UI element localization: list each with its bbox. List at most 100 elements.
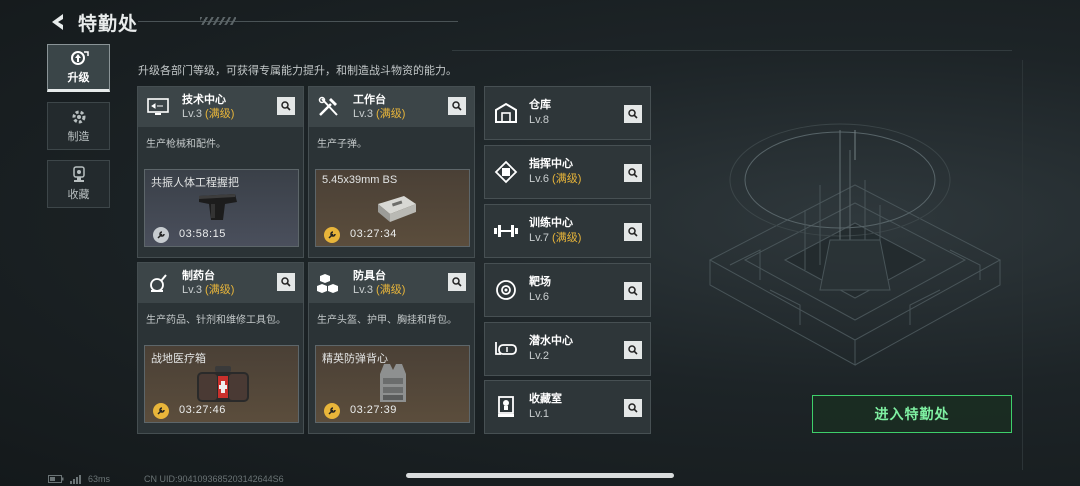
wrench-icon — [324, 227, 340, 243]
facility-row-shooting-range[interactable]: 靶场 Lv.6 — [484, 263, 651, 317]
facility-level: Lv.1 — [529, 408, 549, 420]
back-arrow-icon — [52, 14, 63, 30]
product-name: 5.45x39mm BS — [322, 174, 398, 186]
search-button[interactable] — [624, 164, 642, 182]
nav-tab-collection[interactable]: 收藏 — [47, 160, 110, 208]
facility-level: Lv.3 — [353, 283, 373, 296]
facility-name: 潜水中心 — [529, 335, 573, 347]
max-level-tag: (满级) — [205, 283, 235, 296]
chip-icon — [491, 157, 521, 187]
search-button[interactable] — [624, 282, 642, 300]
card-header: 制药台 Lv.3 (满级) — [138, 263, 303, 303]
facility-row-training-center[interactable]: 训练中心 Lv.7 (满级) — [484, 204, 651, 258]
wrench-icon — [153, 403, 169, 419]
wrench-icon — [153, 227, 169, 243]
card-armor-bench[interactable]: 防具台 Lv.3 (满级) 生产头盔、护甲、胸挂和背包。 精英防弹背心 03:2… — [308, 262, 475, 434]
page-description: 升级各部门等级，可获得专属能力提升，和制造战斗物资的能力。 — [138, 65, 457, 77]
facility-name: 仓库 — [529, 99, 551, 111]
production-slot[interactable]: 精英防弹背心 03:27:39 — [315, 345, 470, 423]
content-divider — [452, 50, 1012, 51]
ping-value: 63ms — [88, 474, 111, 484]
search-button[interactable] — [277, 97, 295, 115]
facility-description: 生产枪械和配件。 — [146, 139, 226, 150]
home-indicator[interactable] — [406, 473, 674, 478]
facility-row-diving-center[interactable]: 潜水中心 Lv.2 — [484, 322, 651, 376]
card-header: 防具台 Lv.3 (满级) — [309, 263, 474, 303]
search-icon — [628, 345, 638, 355]
header-decoration — [200, 17, 236, 25]
search-icon — [281, 277, 291, 287]
facility-name: 训练中心 — [529, 217, 573, 229]
facility-row-command-center[interactable]: 指挥中心 Lv.6 (满级) — [484, 145, 651, 199]
facility-row-warehouse[interactable]: 仓库 Lv.8 — [484, 86, 651, 140]
search-button[interactable] — [448, 97, 466, 115]
nav-tab-upgrade[interactable]: 升级 — [47, 44, 110, 92]
production-slot[interactable]: 战地医疗箱 03:27:46 — [144, 345, 299, 423]
facility-level: Lv.8 — [529, 114, 549, 126]
search-button[interactable] — [624, 223, 642, 241]
facility-level: Lv.3 — [182, 107, 202, 120]
flask-icon — [144, 269, 172, 297]
monitor-icon — [144, 93, 172, 121]
search-button[interactable] — [624, 399, 642, 417]
dumbbell-icon — [491, 216, 521, 246]
max-level-tag: (满级) — [376, 283, 406, 296]
search-icon — [628, 168, 638, 178]
search-icon — [628, 109, 638, 119]
search-button[interactable] — [624, 341, 642, 359]
search-button[interactable] — [448, 273, 466, 291]
enter-special-ops-button[interactable]: 进入特勤处 — [812, 395, 1012, 433]
search-icon — [452, 277, 462, 287]
card-header: 技术中心 Lv.3 (满级) — [138, 87, 303, 127]
nav-tab-manufacture[interactable]: 制造 — [47, 102, 110, 150]
base-hologram-image — [690, 90, 1020, 395]
warehouse-icon — [491, 98, 521, 128]
search-button[interactable] — [624, 105, 642, 123]
wrench-icon — [324, 403, 340, 419]
production-timer: 03:27:46 — [179, 404, 226, 416]
upgrade-icon — [70, 51, 89, 65]
gear-icon — [72, 110, 85, 124]
card-workbench[interactable]: 工作台 Lv.3 (满级) 生产子弹。 5.45x39mm BS 03:27:3… — [308, 86, 475, 258]
search-button[interactable] — [277, 273, 295, 291]
product-name: 共振人体工程握把 — [151, 177, 239, 189]
max-level-tag: (满级) — [205, 107, 235, 120]
search-icon — [628, 227, 638, 237]
diving-mask-icon — [491, 334, 521, 364]
nav-label-collection: 收藏 — [67, 189, 90, 201]
card-tech-center[interactable]: 技术中心 Lv.3 (满级) 生产枪械和配件。 共振人体工程握把 03:58:1… — [137, 86, 304, 258]
search-icon — [281, 101, 291, 111]
card-pharmacy[interactable]: 制药台 Lv.3 (满级) 生产药品、针剂和维修工具包。 战地医疗箱 03:27… — [137, 262, 304, 434]
page-title: 特勤处 — [78, 13, 139, 35]
back-button[interactable] — [46, 11, 68, 33]
status-footer: 63ms CN UID:9041093685203142644S6 — [48, 474, 284, 484]
grip-item-image — [195, 190, 255, 229]
nav-label-upgrade: 升级 — [67, 72, 90, 84]
facility-name: 靶场 — [529, 276, 551, 288]
facility-level: Lv.7 — [529, 232, 549, 244]
facility-level: Lv.3 — [182, 283, 202, 296]
signal-icon — [70, 474, 81, 484]
facility-name: 指挥中心 — [529, 158, 573, 170]
user-uid: CN UID:9041093685203142644S6 — [144, 474, 284, 484]
trophy-case-icon — [491, 392, 521, 422]
facility-description: 生产头盔、护甲、胸挂和背包。 — [317, 315, 457, 326]
tools-icon — [315, 93, 343, 121]
production-timer: 03:27:34 — [350, 228, 397, 240]
card-header: 工作台 Lv.3 (满级) — [309, 87, 474, 127]
header: 特勤处 — [46, 9, 138, 35]
facility-name: 收藏室 — [529, 393, 562, 405]
side-nav: 升级 制造 收藏 — [47, 44, 111, 218]
production-slot[interactable]: 5.45x39mm BS 03:27:34 — [315, 169, 470, 247]
production-timer: 03:27:39 — [350, 404, 397, 416]
facility-name: 工作台 — [353, 93, 386, 106]
facility-row-collection-room[interactable]: 收藏室 Lv.1 — [484, 380, 651, 434]
max-level-tag: (满级) — [376, 107, 406, 120]
facility-level: Lv.6 — [529, 173, 549, 185]
target-icon — [491, 275, 521, 305]
production-slot[interactable]: 共振人体工程握把 03:58:15 — [144, 169, 299, 247]
nav-label-manufacture: 制造 — [67, 131, 90, 143]
facility-level: Lv.3 — [353, 107, 373, 120]
facility-level: Lv.2 — [529, 350, 549, 362]
special-ops-screen: 特勤处 升级 制造 收藏 升级各部门等级，可获得专属能力提升，和制造战斗物资的能… — [0, 0, 1080, 486]
